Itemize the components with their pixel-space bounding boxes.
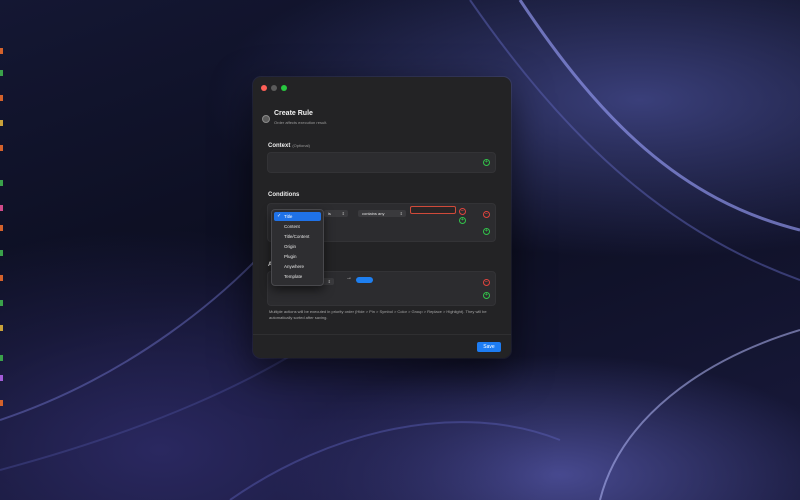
dropdown-item-label: Content (284, 224, 300, 229)
chevron-updown-icon: ⇕ (327, 279, 331, 284)
priority-note: Multiple actions will be executed in pri… (269, 309, 487, 320)
remove-condition-icon[interactable]: − (483, 211, 490, 218)
checkmark-icon: ✓ (277, 213, 282, 219)
save-button[interactable]: Save (477, 342, 501, 352)
dropdown-item-origin[interactable]: Origin (274, 242, 321, 251)
edge-color-marks (0, 0, 3, 500)
window-controls (261, 85, 287, 91)
condition-match-value: contains any (362, 211, 385, 216)
window-subtitle: Order affects execution result. (274, 120, 328, 125)
condition-match-select[interactable]: contains any ⇕ (358, 210, 406, 217)
remove-value-icon[interactable]: − (459, 208, 466, 215)
condition-text-input[interactable] (410, 206, 456, 214)
condition-operator-value: is (328, 211, 331, 216)
dropdown-item-label: Anywhere (284, 264, 305, 269)
context-optional-label: (Optional) (292, 143, 310, 148)
arrow-icon: → (346, 275, 352, 281)
field-dropdown-menu: ✓ Title Content Title/Content Origin Plu… (271, 209, 324, 286)
dropdown-item-plugin[interactable]: Plugin (274, 252, 321, 261)
dropdown-item-title[interactable]: ✓ Title (274, 212, 321, 221)
dropdown-item-label: Origin (284, 244, 297, 249)
close-window-button[interactable] (261, 85, 267, 91)
add-action-icon[interactable]: + (483, 292, 490, 299)
dropdown-item-label: Title/Content (284, 234, 310, 239)
window-title: Create Rule (274, 110, 313, 117)
dropdown-item-title-content[interactable]: Title/Content (274, 232, 321, 241)
chevron-updown-icon: ⇕ (399, 211, 403, 216)
dropdown-item-anywhere[interactable]: Anywhere (274, 262, 321, 271)
maximize-window-button[interactable] (281, 85, 287, 91)
action-color-swatch[interactable] (356, 277, 373, 283)
add-condition-icon[interactable]: + (483, 228, 490, 235)
dropdown-item-label: Plugin (284, 254, 297, 259)
remove-action-icon[interactable]: − (483, 279, 490, 286)
condition-operator-select[interactable]: is ⇕ (324, 210, 348, 217)
context-panel: + (267, 152, 496, 173)
add-value-icon[interactable]: + (459, 217, 466, 224)
conditions-label: Conditions (268, 192, 300, 198)
dropdown-item-label: Template (284, 274, 303, 279)
context-label: Context (Optional) (268, 143, 310, 149)
add-context-icon[interactable]: + (483, 159, 490, 166)
dropdown-item-label: Title (284, 214, 293, 219)
chevron-updown-icon: ⇕ (341, 211, 345, 216)
dropdown-item-template[interactable]: Template (274, 272, 321, 281)
rule-status-icon (262, 115, 270, 123)
context-label-text: Context (268, 143, 291, 149)
minimize-window-button[interactable] (271, 85, 277, 91)
dropdown-item-content[interactable]: Content (274, 222, 321, 231)
footer-divider (253, 334, 511, 335)
